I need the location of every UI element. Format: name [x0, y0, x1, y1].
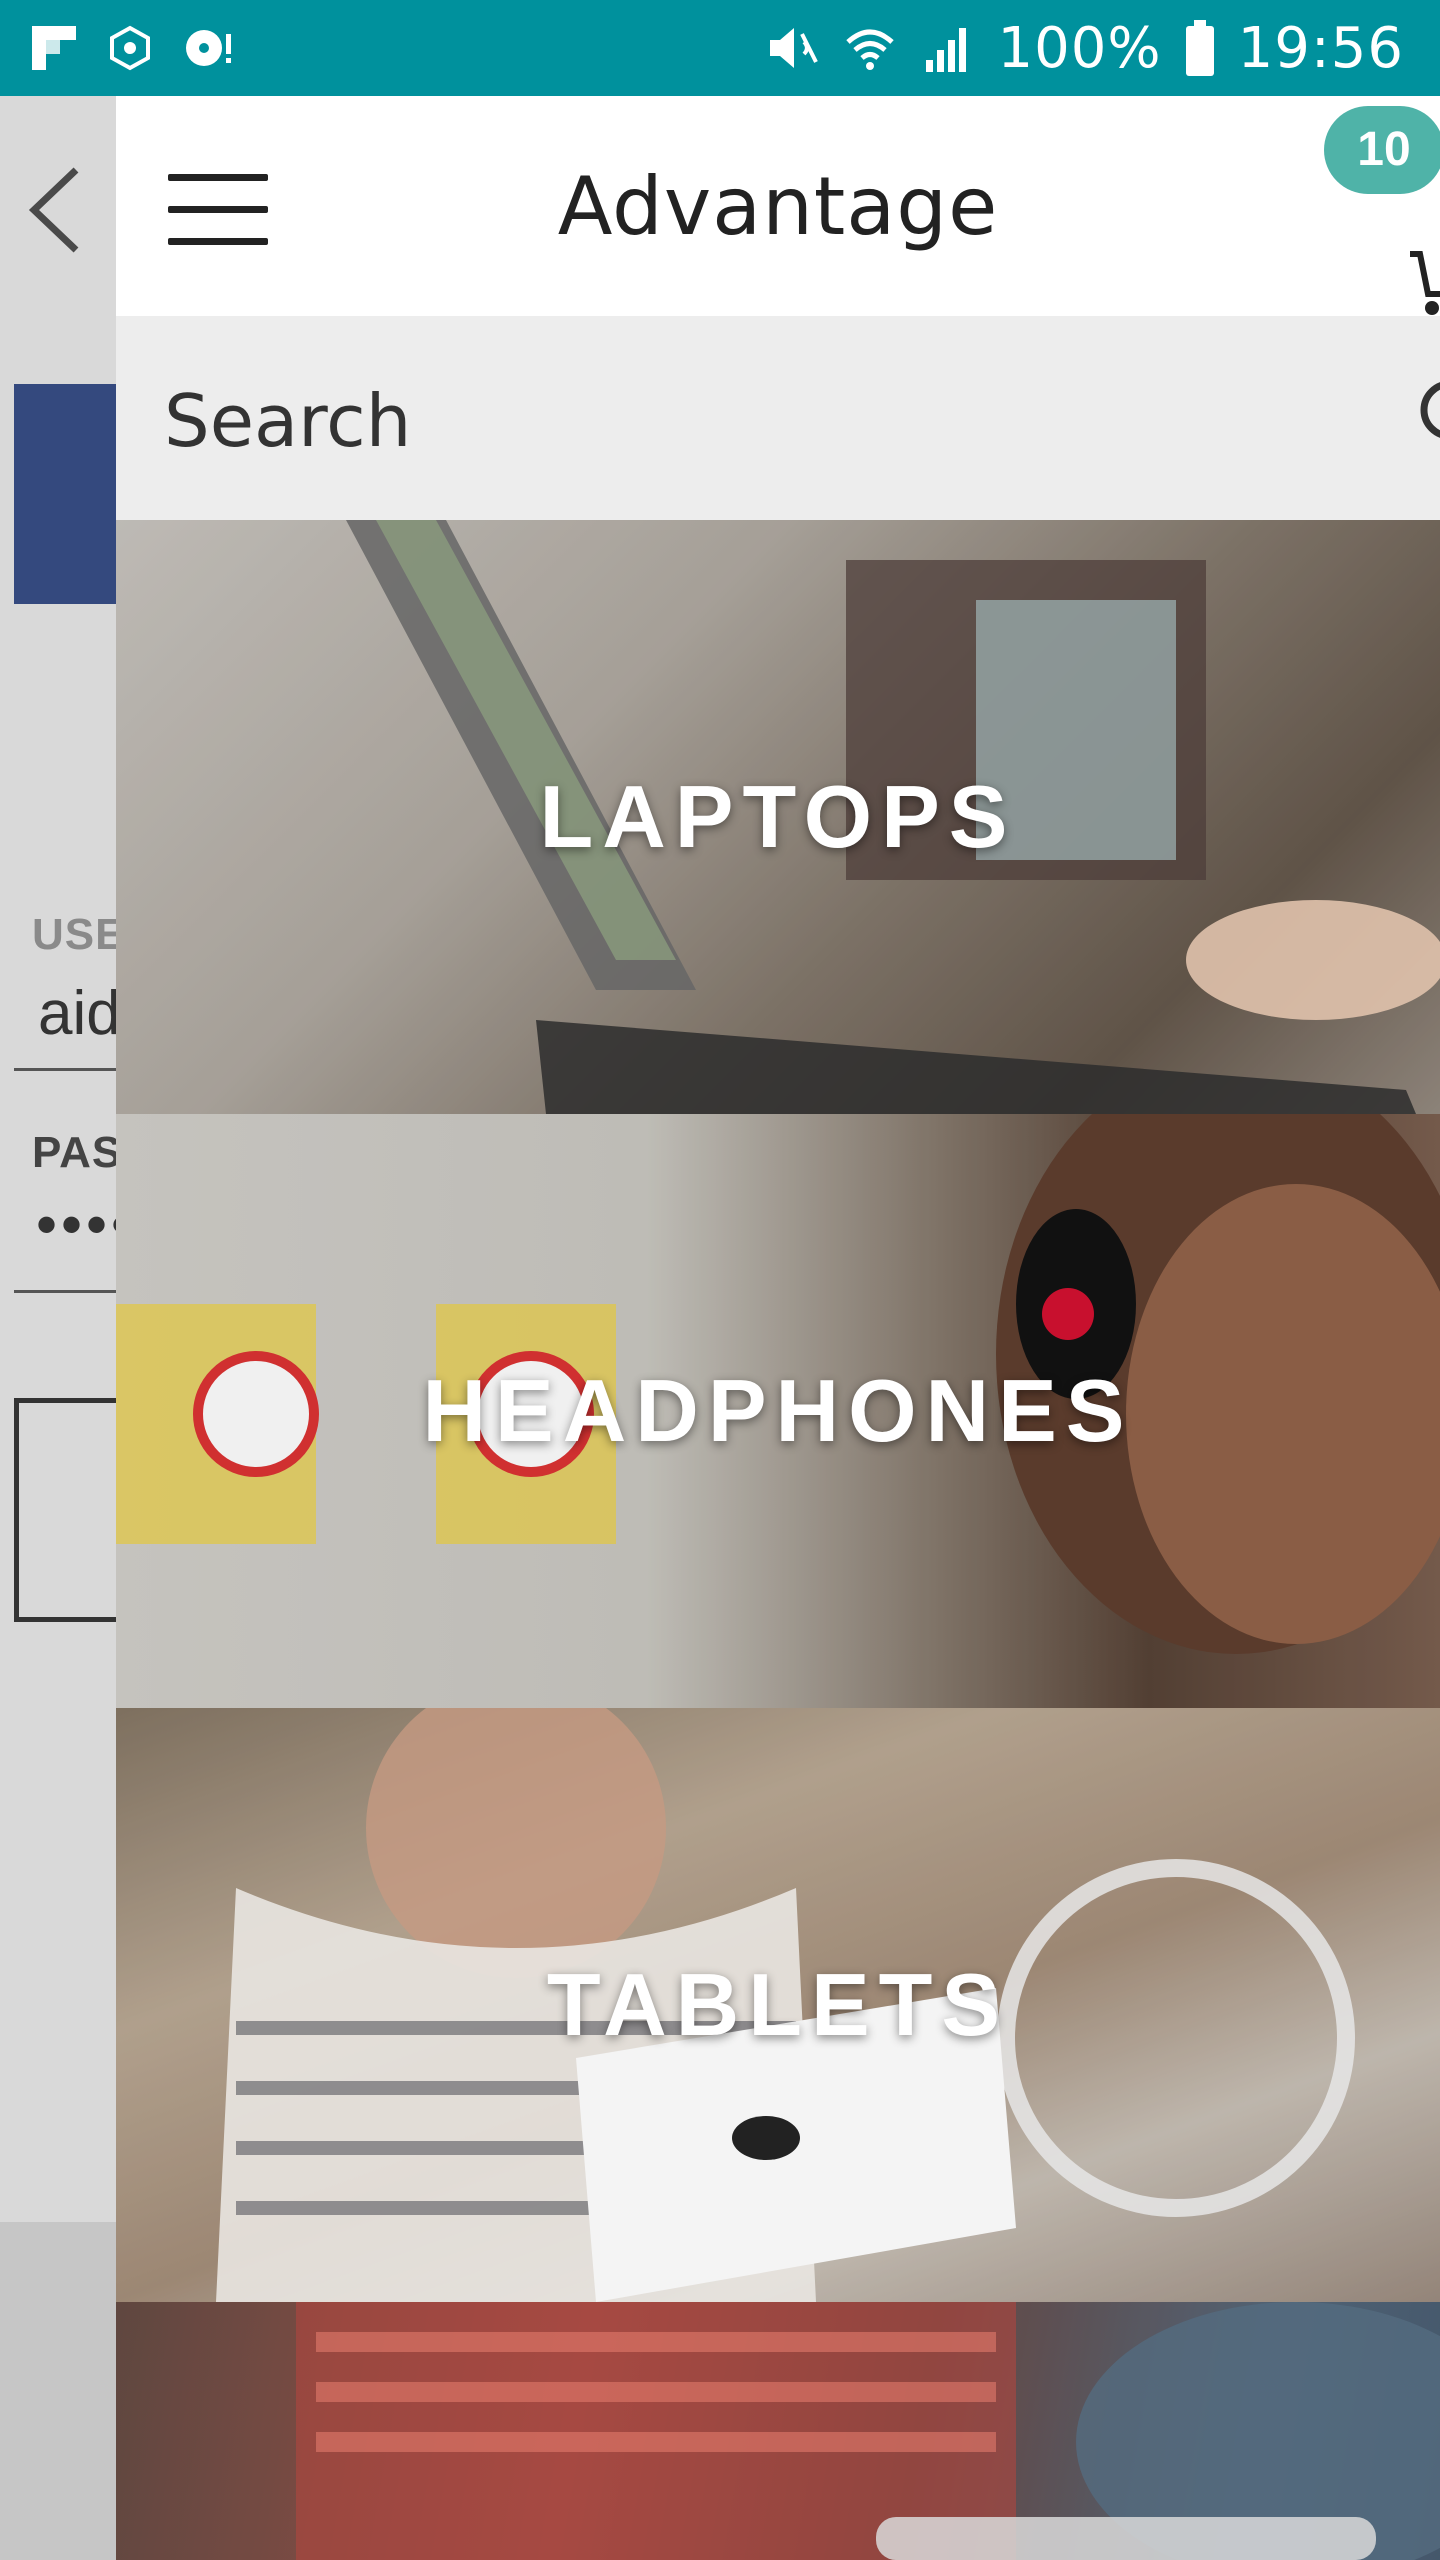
app-bar: Advantage 10 — [116, 96, 1440, 316]
battery-icon — [1184, 18, 1216, 78]
search-input[interactable] — [164, 376, 1364, 466]
category-label: TABLETS — [546, 1955, 1010, 2054]
back-arrow-icon — [20, 160, 90, 260]
clock: 19:56 — [1237, 15, 1404, 81]
username-underline — [14, 1068, 124, 1071]
background-blue-button — [14, 384, 124, 604]
cart-count-badge[interactable]: 10 — [1324, 106, 1440, 194]
category-label: HEADPHONES — [422, 1361, 1134, 1460]
app-title: Advantage — [557, 160, 999, 253]
username-value: aid — [38, 979, 121, 1048]
status-bar-right: 100% 19:56 — [742, 16, 1405, 81]
battery-percent: 100% — [997, 15, 1162, 81]
background-login-button — [14, 1398, 124, 1622]
signal-icon — [920, 20, 976, 76]
category-tablets[interactable]: TABLETS — [116, 1708, 1440, 2302]
password-label: PAS — [32, 1128, 123, 1177]
search-bar — [116, 316, 1440, 520]
password-underline — [14, 1290, 124, 1293]
next-category-image — [116, 2302, 1440, 2560]
status-bar: 100% 19:56 — [0, 0, 1440, 96]
flipboard-icon — [30, 24, 78, 72]
search-icon[interactable] — [1416, 376, 1440, 456]
status-bar-left — [30, 24, 266, 72]
mute-icon — [764, 20, 820, 76]
disc-icon — [182, 24, 238, 72]
category-headphones[interactable]: HEADPHONES — [116, 1114, 1440, 1708]
navigation-drawer: Advantage 10 LAPTOPS — [116, 96, 1440, 2560]
wifi-icon — [842, 20, 898, 76]
category-next-partial[interactable] — [116, 2302, 1440, 2560]
category-laptops[interactable]: LAPTOPS — [116, 520, 1440, 1114]
category-label: LAPTOPS — [539, 767, 1017, 866]
app-icon — [106, 24, 154, 72]
username-label: USE — [32, 910, 126, 959]
